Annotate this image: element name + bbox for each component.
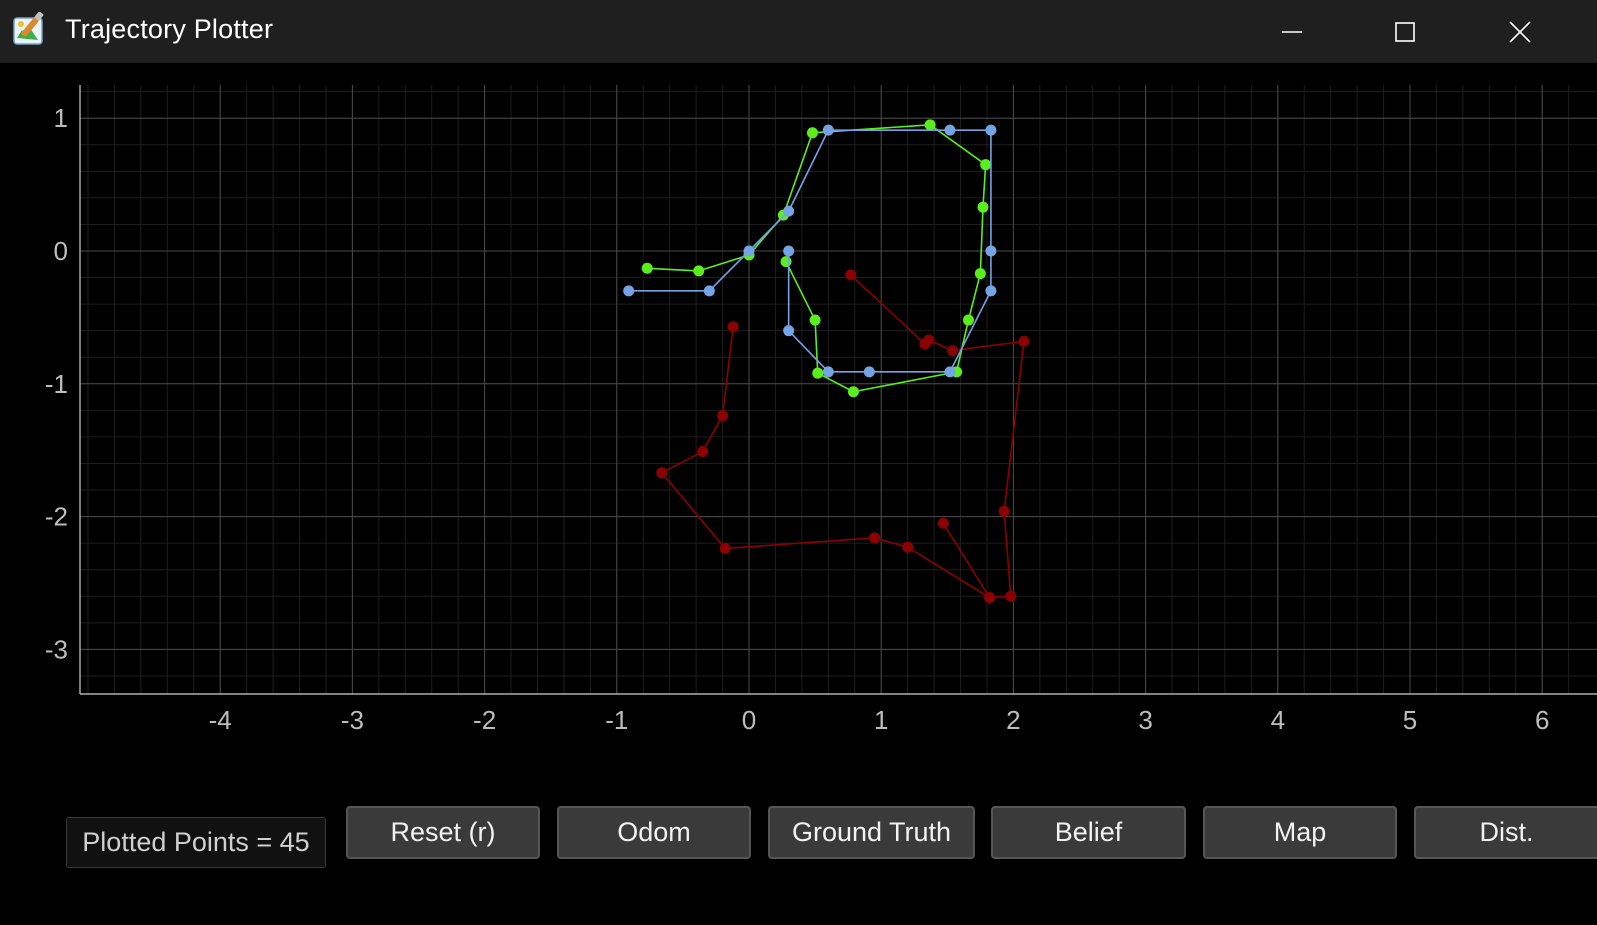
x-tick-label: -1 (605, 705, 628, 735)
trajectory-point-2 (944, 124, 956, 136)
trajectory-point-2 (743, 245, 755, 257)
trajectory-point-0 (1005, 590, 1017, 602)
trajectory-point-0 (984, 592, 996, 604)
trajectory-point-1 (693, 265, 705, 277)
trajectory-point-2 (863, 366, 875, 378)
window-title: Trajectory Plotter (65, 14, 274, 44)
ground-truth-button[interactable]: Ground Truth (768, 806, 975, 859)
belief-button[interactable]: Belief (991, 806, 1186, 859)
trajectory-point-0 (845, 269, 857, 281)
minimize-button[interactable] (1237, 0, 1347, 63)
trajectory-point-1 (977, 201, 989, 213)
trajectory-point-1 (980, 159, 992, 171)
trajectory-point-2 (783, 245, 795, 257)
x-tick-label: 6 (1535, 705, 1549, 735)
trajectory-point-1 (974, 268, 986, 280)
trajectory-point-0 (998, 505, 1010, 517)
x-tick-label: -2 (473, 705, 496, 735)
trajectory-point-0 (869, 532, 881, 544)
y-tick-label: -2 (45, 502, 68, 532)
trajectory-point-0 (717, 410, 729, 422)
trajectory-point-0 (727, 321, 739, 333)
odom-button[interactable]: Odom (557, 806, 751, 859)
trajectory-point-1 (847, 386, 859, 398)
x-tick-label: 1 (874, 705, 888, 735)
trajectory-point-1 (809, 314, 821, 326)
close-icon (1509, 20, 1531, 43)
trajectory-point-1 (806, 127, 818, 139)
title-bar: Trajectory Plotter (0, 0, 1597, 63)
trajectory-point-2 (985, 285, 997, 297)
trajectory-point-0 (697, 446, 709, 458)
x-tick-label: 5 (1403, 705, 1417, 735)
trajectory-point-0 (719, 542, 731, 554)
trajectory-point-0 (656, 467, 668, 479)
trajectory-point-2 (985, 124, 997, 136)
y-tick-label: -1 (45, 369, 68, 399)
x-tick-label: 0 (742, 705, 756, 735)
trajectory-point-0 (902, 541, 914, 553)
dist-button[interactable]: Dist. (1414, 806, 1597, 859)
x-tick-label: 4 (1271, 705, 1285, 735)
reset-button[interactable]: Reset (r) (346, 806, 540, 859)
x-tick-label: -3 (341, 705, 364, 735)
trajectory-point-0 (937, 517, 949, 529)
close-button[interactable] (1465, 0, 1575, 63)
trajectory-point-1 (924, 119, 936, 131)
x-tick-label: 3 (1138, 705, 1152, 735)
trajectory-point-2 (985, 245, 997, 257)
trajectory-point-2 (944, 366, 956, 378)
trajectory-point-0 (1018, 335, 1030, 347)
trajectory-point-2 (703, 285, 715, 297)
trajectory-point-0 (923, 334, 935, 346)
control-bar: Plotted Points = 45 Reset (r) Odom Groun… (0, 793, 1597, 925)
trajectory-point-1 (962, 314, 974, 326)
x-tick-label: -4 (209, 705, 232, 735)
trajectory-plot[interactable]: -4 -3 -2 -1 0 1 2 3 4 5 6 1 0 -1 -2 -3 (0, 63, 1597, 793)
trajectory-line-1 (647, 124, 987, 393)
plot-area[interactable]: -4 -3 -2 -1 0 1 2 3 4 5 6 1 0 -1 -2 -3 (0, 63, 1597, 793)
maximize-button[interactable] (1350, 0, 1460, 63)
trajectory-point-1 (780, 256, 792, 268)
minimize-icon (1282, 30, 1302, 33)
trajectory-point-2 (822, 124, 834, 136)
paintbrush-app-icon (13, 12, 44, 45)
trajectory-point-1 (641, 262, 653, 274)
trajectory-point-2 (623, 285, 635, 297)
trajectory-point-2 (822, 366, 834, 378)
map-button[interactable]: Map (1203, 806, 1397, 859)
x-tick-label: 2 (1006, 705, 1020, 735)
trajectory-point-1 (812, 367, 824, 379)
y-tick-label: 1 (54, 103, 68, 133)
trajectory-point-2 (783, 205, 795, 217)
plotted-points-counter: Plotted Points = 45 (66, 817, 326, 868)
maximize-icon (1395, 21, 1415, 42)
trajectory-point-2 (783, 325, 795, 337)
trajectory-point-0 (947, 345, 959, 357)
y-tick-label: 0 (54, 236, 68, 266)
y-tick-label: -3 (45, 634, 68, 664)
